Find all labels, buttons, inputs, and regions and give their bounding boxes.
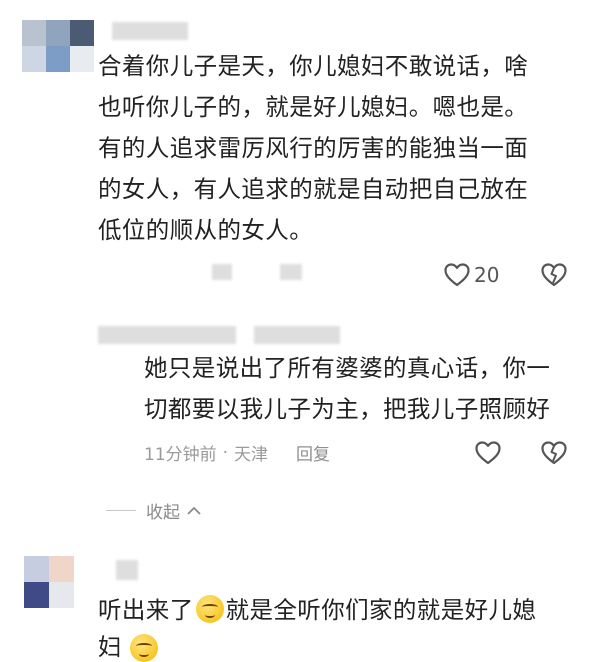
comment-meta-blurred bbox=[280, 264, 302, 280]
reply-button[interactable]: 回复 bbox=[296, 440, 330, 465]
comment-text-part: 听出来了 bbox=[98, 596, 194, 624]
reply-target-blurred[interactable] bbox=[254, 326, 340, 344]
reply-time: 11分钟前 bbox=[144, 445, 217, 465]
broken-heart-icon bbox=[540, 262, 568, 288]
dislike-button[interactable] bbox=[540, 262, 568, 288]
divider-line bbox=[106, 510, 136, 511]
comment-line: 的女人，有人追求的就是自动把自己放在 bbox=[98, 175, 529, 203]
like-button[interactable] bbox=[474, 440, 502, 466]
comment-line: 合着你儿子是天，你儿媳妇不敢说话，啥 bbox=[98, 52, 529, 80]
smirk-emoji-icon bbox=[130, 634, 158, 662]
reply-text: 她只是说出了所有婆婆的真心话，你一 切都要以我儿子为主，把我儿子照顾好 bbox=[144, 348, 550, 430]
username-blurred[interactable] bbox=[116, 560, 138, 580]
like-button[interactable]: 20 bbox=[443, 262, 499, 288]
comment-text: 合着你儿子是天，你儿媳妇不敢说话，啥 也听你儿子的，就是好儿媳妇。嗯也是。 有的… bbox=[98, 46, 528, 251]
reply-line: 切都要以我儿子为主，把我儿子照顾好 bbox=[144, 395, 551, 423]
username-blurred[interactable] bbox=[112, 22, 188, 40]
collapse-replies-button[interactable]: 收起 bbox=[106, 498, 202, 523]
broken-heart-icon bbox=[540, 440, 568, 466]
avatar[interactable] bbox=[22, 20, 94, 72]
meta-separator: · bbox=[222, 442, 229, 463]
comment-line: 有的人追求雷厉风行的厉害的能独当一面 bbox=[98, 134, 529, 162]
reply-line: 她只是说出了所有婆婆的真心话，你一 bbox=[144, 354, 551, 382]
reply-location: 天津 bbox=[234, 445, 269, 465]
like-count: 20 bbox=[474, 263, 500, 287]
reply-username-blurred[interactable] bbox=[98, 326, 236, 344]
comment-line: 也听你儿子的，就是好儿媳妇。嗯也是。 bbox=[98, 93, 529, 121]
collapse-label: 收起 bbox=[146, 503, 180, 523]
comment-line: 低位的顺从的女人。 bbox=[98, 216, 314, 244]
heart-outline-icon bbox=[474, 440, 502, 466]
chevron-up-icon bbox=[186, 505, 202, 517]
comment-meta-blurred bbox=[212, 264, 232, 280]
comment-text-partial: 妇 bbox=[98, 633, 122, 661]
dislike-button[interactable] bbox=[540, 440, 568, 466]
heart-outline-icon bbox=[443, 262, 471, 288]
avatar[interactable] bbox=[24, 556, 74, 608]
smirk-emoji-icon bbox=[195, 595, 224, 623]
comment-text-part: 就是全听你们家的就是好儿媳 bbox=[225, 596, 537, 624]
comment-text: 听出来了 就是全听你们家的就是好儿媳 bbox=[98, 590, 536, 631]
reply-meta: 11分钟前 · 天津 回复 bbox=[144, 440, 330, 466]
